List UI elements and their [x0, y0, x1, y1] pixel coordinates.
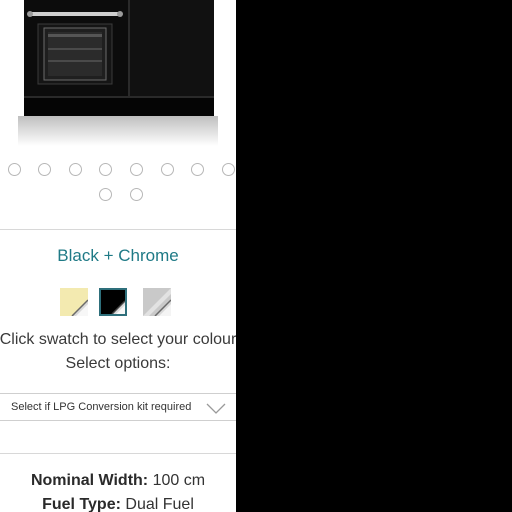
divider: [0, 453, 236, 454]
carousel-dots: [0, 163, 236, 179]
spec-fuel-type: Fuel Type: Dual Fuel: [0, 496, 236, 512]
spec-label: Nominal Width:: [30, 472, 149, 489]
spec-nominal-width: Nominal Width: 100 cm: [0, 472, 236, 490]
chevron-down-icon: [206, 402, 226, 420]
swatch-stainless-steel[interactable]: [143, 288, 171, 316]
carousel-dot[interactable]: [130, 163, 143, 176]
product-image[interactable]: [0, 0, 236, 150]
selected-colour-name: Black + Chrome: [57, 246, 179, 265]
lpg-select-value: Select if LPG Conversion kit required: [11, 401, 192, 413]
carousel-dot[interactable]: [99, 163, 112, 176]
carousel-dot[interactable]: [191, 163, 204, 176]
carousel-dot[interactable]: [8, 163, 21, 176]
spec-value: 100 cm: [152, 472, 206, 489]
carousel-dots-row-2: [0, 188, 236, 204]
carousel-dot[interactable]: [69, 163, 82, 176]
carousel-dot[interactable]: [130, 188, 143, 201]
carousel-dot[interactable]: [222, 163, 235, 176]
swatch-instruction: Click swatch to select your colour: [0, 331, 236, 348]
swatch-black-chrome[interactable]: [99, 288, 127, 316]
spec-label: Fuel Type:: [42, 496, 121, 512]
spec-value: Dual Fuel: [125, 496, 194, 512]
options-heading: Select options:: [65, 355, 171, 372]
carousel-dot[interactable]: [161, 163, 174, 176]
carousel-dot[interactable]: [99, 188, 112, 201]
carousel-dot[interactable]: [38, 163, 51, 176]
product-panel: Black + Chrome Click swatch to select yo…: [0, 0, 236, 512]
swatch-cream-chrome[interactable]: [60, 288, 88, 316]
divider: [0, 229, 236, 230]
lpg-conversion-select[interactable]: Select if LPG Conversion kit required: [0, 393, 236, 421]
